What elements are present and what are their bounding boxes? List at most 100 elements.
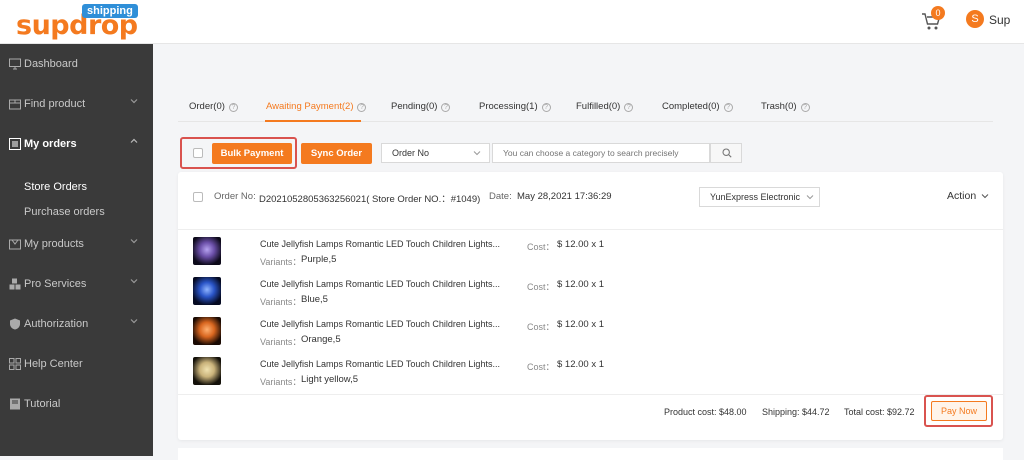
help-icon[interactable]: ? [441,103,451,112]
pay-now-button[interactable]: Pay Now [931,401,987,421]
order-no-label: Order No: [214,191,256,202]
product-thumbnail[interactable] [193,277,221,305]
grid-icon [9,358,21,370]
order-status-tabs: Order(0)? Awaiting Payment(2)? Pending(0… [178,96,993,122]
variant-value: Purple,5 [301,254,337,265]
variants-label: Variants： [260,337,302,347]
shipping-cost: Shipping: $44.72 [762,407,830,417]
product-thumbnail[interactable] [193,317,221,345]
select-all-checkbox[interactable] [193,148,203,158]
order-item-row: Cute Jellyfish Lamps Romantic LED Touch … [178,234,1003,274]
sidebar-item-label: Help Center [24,358,83,370]
variant-value: Light yellow,5 [301,374,359,385]
variants-label: Variants： [260,377,302,387]
chevron-down-icon [806,194,814,200]
product-cost: Product cost: $48.00 [664,407,747,417]
user-name[interactable]: Sup [989,13,1010,27]
tab-pending[interactable]: Pending(0)? [391,101,451,112]
sidebar-item-my-products[interactable]: My products [0,224,153,264]
search-icon [722,148,732,158]
date-value: May 28,2021 17:36:29 [517,191,612,202]
shipping-method-value: YunExpress Electronic [710,192,801,202]
sidebar-item-label: Find product [24,98,86,110]
tab-order[interactable]: Order(0)? [189,101,238,112]
chevron-down-icon [473,151,481,156]
tab-awaiting-payment[interactable]: Awaiting Payment(2)? [266,101,367,112]
sidebar-item-authorization[interactable]: Authorization [0,304,153,344]
sidebar-item-pro-services[interactable]: Pro Services [0,264,153,304]
help-icon[interactable]: ? [541,103,551,112]
avatar[interactable]: S [966,10,984,28]
sidebar-item-help-center[interactable]: Help Center [0,344,153,384]
tab-label: Trash(0) [761,101,797,112]
sidebar-item-dashboard[interactable]: Dashboard [0,44,153,84]
action-dropdown[interactable]: Action [947,190,989,202]
help-icon[interactable]: ? [228,103,238,112]
active-tab-indicator [265,120,361,122]
variant-value: Orange,5 [301,334,341,345]
chevron-up-icon [130,138,138,143]
shipping-method-select[interactable]: YunExpress Electronic [699,187,820,207]
cost-value: $ 12.00 x 1 [557,279,605,290]
box-icon [9,99,21,110]
chevron-down-icon [130,279,138,284]
product-title[interactable]: Cute Jellyfish Lamps Romantic LED Touch … [260,319,500,329]
sidebar-item-my-orders[interactable]: My orders [0,124,153,164]
tab-label: Fulfilled(0) [576,101,621,112]
cart-count-badge: 0 [931,6,945,20]
help-icon[interactable]: ? [800,103,810,112]
help-icon[interactable]: ? [723,103,733,112]
product-title[interactable]: Cute Jellyfish Lamps Romantic LED Touch … [260,359,500,369]
variant-value: Blue,5 [301,294,328,305]
product-icon [9,239,21,250]
top-header: supdrop shipping 0 S Sup [0,0,1024,44]
tab-label: Order(0) [189,101,225,112]
tab-processing[interactable]: Processing(1)? [479,101,551,112]
sidebar-subitem-store-orders[interactable]: Store Orders [24,181,87,193]
tab-trash[interactable]: Trash(0)? [761,101,810,112]
sidebar-item-label: Dashboard [24,58,78,70]
sidebar-subitem-purchase-orders[interactable]: Purchase orders [24,206,105,218]
tab-fulfilled[interactable]: Fulfilled(0)? [576,101,634,112]
product-title[interactable]: Cute Jellyfish Lamps Romantic LED Touch … [260,279,500,289]
chevron-down-icon [130,239,138,244]
tab-label: Completed(0) [662,101,720,112]
search-category-select[interactable]: Order No [381,143,490,163]
cost-value: $ 12.00 x 1 [557,359,605,370]
sidebar-item-tutorial[interactable]: Tutorial [0,384,153,424]
help-icon[interactable]: ? [357,103,367,112]
search-button[interactable] [710,143,742,163]
order-item-row: Cute Jellyfish Lamps Romantic LED Touch … [178,274,1003,314]
chevron-down-icon [981,194,989,199]
cubes-icon [9,278,21,290]
cost-label: Cost： [527,362,555,372]
tab-label: Awaiting Payment(2) [266,101,354,112]
select-value: Order No [392,148,430,158]
supdrop-logo[interactable]: supdrop shipping [16,2,138,42]
product-thumbnail[interactable] [193,357,221,385]
order-item-row: Cute Jellyfish Lamps Romantic LED Touch … [178,314,1003,354]
tab-completed[interactable]: Completed(0)? [662,101,733,112]
order-checkbox[interactable] [193,192,203,202]
chevron-down-icon [130,319,138,324]
sidebar-item-label: My products [24,238,84,250]
order-no-value: D2021052805363256021( Store Order NO.：#1… [259,194,481,205]
total-cost: Total cost: $92.72 [844,407,915,417]
product-thumbnail[interactable] [193,237,221,265]
search-input[interactable] [492,143,710,163]
help-icon[interactable]: ? [624,103,634,112]
sidebar-item-label: Pro Services [24,278,87,290]
variants-label: Variants： [260,297,302,307]
order-card: Order No: D2021052805363256021( Store Or… [178,172,1003,440]
shield-icon [10,318,20,330]
next-order-card [178,448,1003,460]
sync-order-button[interactable]: Sync Order [301,143,372,164]
sidebar-item-label: Tutorial [24,398,61,410]
cost-label: Cost： [527,322,555,332]
bulk-payment-button[interactable]: Bulk Payment [212,143,292,164]
sidebar-item-find-product[interactable]: Find product [0,84,153,124]
cost-label: Cost： [527,242,555,252]
product-title[interactable]: Cute Jellyfish Lamps Romantic LED Touch … [260,239,500,249]
book-icon [10,398,20,410]
cost-label: Cost： [527,282,555,292]
